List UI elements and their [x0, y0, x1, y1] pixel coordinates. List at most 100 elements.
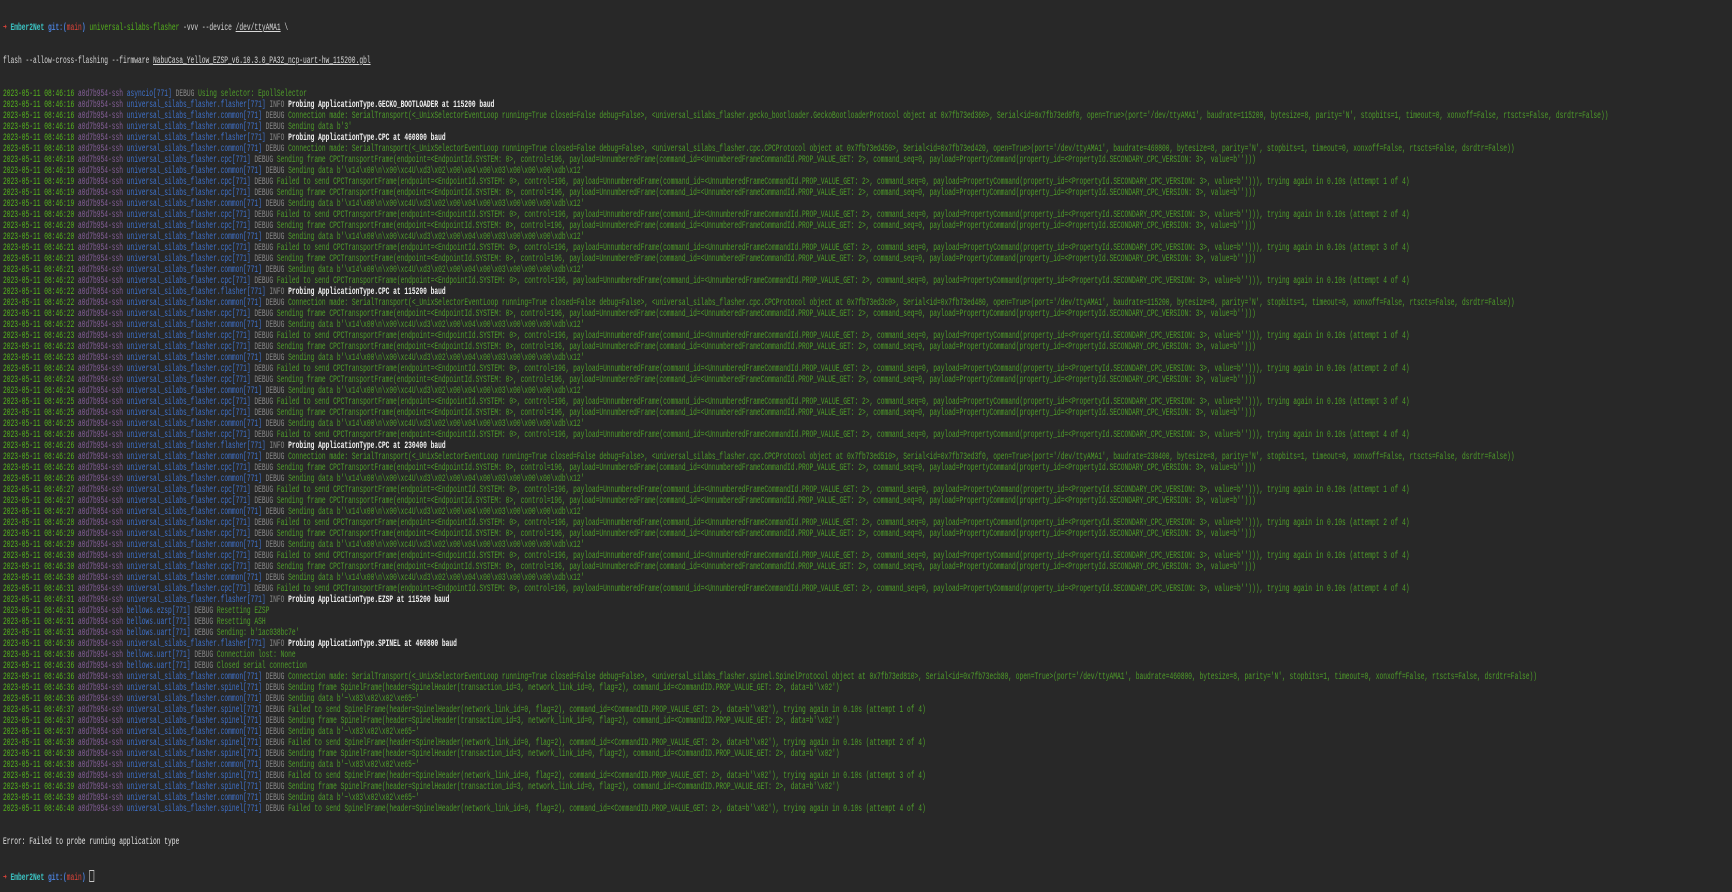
log-line: 2023-05-11 08:46:27 a0d7b954-ssh univers… [3, 485, 1732, 496]
log-line: 2023-05-11 08:46:16 a0d7b954-ssh univers… [3, 122, 1732, 133]
log-timestamp: 2023-05-11 08:46:26 [3, 463, 75, 474]
log-logger: universal_silabs_flasher.cpc[771] [126, 562, 251, 573]
log-logger: universal_silabs_flasher.common[771] [126, 452, 262, 463]
log-logger: universal_silabs_flasher.spinel[771] [126, 716, 262, 727]
log-logger: universal_silabs_flasher.cpc[771] [126, 584, 251, 595]
log-level: DEBUG [265, 166, 285, 177]
log-level: DEBUG [194, 606, 214, 617]
log-logger: universal_silabs_flasher.common[771] [126, 793, 262, 804]
log-level: DEBUG [254, 518, 274, 529]
log-host: a0d7b954-ssh [78, 727, 124, 738]
log-line: 2023-05-11 08:46:37 a0d7b954-ssh univers… [3, 705, 1732, 716]
log-host: a0d7b954-ssh [78, 650, 124, 661]
log-line: 2023-05-11 08:46:16 a0d7b954-ssh univers… [3, 100, 1732, 111]
log-line: 2023-05-11 08:46:23 a0d7b954-ssh univers… [3, 353, 1732, 364]
prompt-arrow-icon: ➜ [3, 873, 7, 884]
log-host: a0d7b954-ssh [78, 287, 124, 298]
log-message: Failed to send CPCTransportFrame(endpoin… [276, 364, 1410, 375]
log-host: a0d7b954-ssh [78, 672, 124, 683]
log-host: a0d7b954-ssh [78, 540, 124, 551]
log-host: a0d7b954-ssh [78, 166, 124, 177]
log-logger: universal_silabs_flasher.cpc[771] [126, 309, 251, 320]
log-host: a0d7b954-ssh [78, 551, 124, 562]
log-message: Using selector: EpollSelector [198, 89, 307, 100]
log-message: Failed to send SpinelFrame(header=Spinel… [288, 804, 926, 815]
log-logger: universal_silabs_flasher.cpc[771] [126, 331, 251, 342]
log-host: a0d7b954-ssh [78, 111, 124, 122]
log-logger: universal_silabs_flasher.cpc[771] [126, 276, 251, 287]
log-host: a0d7b954-ssh [78, 188, 124, 199]
log-message: Probing ApplicationType.CPC at 230400 ba… [288, 441, 446, 452]
log-logger: bellows.uart[771] [126, 628, 191, 639]
log-host: a0d7b954-ssh [78, 89, 124, 100]
terminal[interactable]: ➜ Ember2Net git:(main) universal-silabs-… [3, 1, 1732, 892]
log-line: 2023-05-11 08:46:16 a0d7b954-ssh univers… [3, 111, 1732, 122]
log-level: DEBUG [254, 485, 274, 496]
log-line: 2023-05-11 08:46:36 a0d7b954-ssh univers… [3, 672, 1732, 683]
log-message: Failed to send CPCTransportFrame(endpoin… [276, 430, 1410, 441]
log-host: a0d7b954-ssh [78, 529, 124, 540]
log-level: DEBUG [254, 254, 274, 265]
log-message: Probing ApplicationType.CPC at 115200 ba… [288, 287, 446, 298]
log-host: a0d7b954-ssh [78, 100, 124, 111]
log-message: Failed to send CPCTransportFrame(endpoin… [276, 177, 1410, 188]
log-message: Sending data b'\x14\x00\n\x00\xc4U\xd3\x… [288, 320, 585, 331]
log-line: 2023-05-11 08:46:36 a0d7b954-ssh bellows… [3, 661, 1732, 672]
log-level: DEBUG [265, 419, 285, 430]
log-logger: universal_silabs_flasher.cpc[771] [126, 551, 251, 562]
log-line: 2023-05-11 08:46:38 a0d7b954-ssh univers… [3, 760, 1732, 771]
command-line-2: flash --allow-cross-flashing --firmware … [3, 56, 1732, 67]
log-line: 2023-05-11 08:46:21 a0d7b954-ssh univers… [3, 265, 1732, 276]
prompt-line[interactable]: ➜ Ember2Net git:(main) [3, 870, 1732, 884]
log-level: DEBUG [254, 375, 274, 386]
log-logger: asyncio[771] [126, 89, 172, 100]
log-line: 2023-05-11 08:46:24 a0d7b954-ssh univers… [3, 364, 1732, 375]
log-line: 2023-05-11 08:46:26 a0d7b954-ssh univers… [3, 474, 1732, 485]
log-logger: universal_silabs_flasher.cpc[771] [126, 397, 251, 408]
log-line: 2023-05-11 08:46:22 a0d7b954-ssh univers… [3, 309, 1732, 320]
log-logger: universal_silabs_flasher.flasher[771] [126, 441, 266, 452]
log-level: DEBUG [265, 144, 285, 155]
log-line: 2023-05-11 08:46:38 a0d7b954-ssh univers… [3, 738, 1732, 749]
log-timestamp: 2023-05-11 08:46:36 [3, 694, 75, 705]
log-logger: universal_silabs_flasher.cpc[771] [126, 210, 251, 221]
log-timestamp: 2023-05-11 08:46:30 [3, 573, 75, 584]
log-timestamp: 2023-05-11 08:46:22 [3, 298, 75, 309]
log-timestamp: 2023-05-11 08:46:36 [3, 661, 75, 672]
log-timestamp: 2023-05-11 08:46:21 [3, 254, 75, 265]
log-host: a0d7b954-ssh [78, 771, 124, 782]
log-host: a0d7b954-ssh [78, 793, 124, 804]
log-message: Failed to send CPCTransportFrame(endpoin… [276, 243, 1410, 254]
log-logger: universal_silabs_flasher.common[771] [126, 419, 262, 430]
log-timestamp: 2023-05-11 08:46:18 [3, 144, 75, 155]
log-host: a0d7b954-ssh [78, 177, 124, 188]
log-timestamp: 2023-05-11 08:46:38 [3, 749, 75, 760]
command-args: -vvv --device [179, 23, 236, 34]
log-level: DEBUG [254, 210, 274, 221]
log-message: Sending frame CPCTransportFrame(endpoint… [276, 463, 1256, 474]
log-timestamp: 2023-05-11 08:46:18 [3, 133, 75, 144]
log-message: Probing ApplicationType.SPINEL at 460800… [288, 639, 457, 650]
log-line: 2023-05-11 08:46:31 a0d7b954-ssh bellows… [3, 606, 1732, 617]
log-logger: universal_silabs_flasher.common[771] [126, 122, 262, 133]
log-timestamp: 2023-05-11 08:46:31 [3, 584, 75, 595]
log-host: a0d7b954-ssh [78, 463, 124, 474]
log-timestamp: 2023-05-11 08:46:26 [3, 441, 75, 452]
log-host: a0d7b954-ssh [78, 320, 124, 331]
log-timestamp: 2023-05-11 08:46:26 [3, 430, 75, 441]
log-level: DEBUG [265, 265, 285, 276]
log-host: a0d7b954-ssh [78, 386, 124, 397]
log-logger: bellows.uart[771] [126, 661, 191, 672]
git-prefix: git:( [48, 23, 67, 34]
log-logger: universal_silabs_flasher.spinel[771] [126, 771, 262, 782]
log-message: Failed to send CPCTransportFrame(endpoin… [276, 331, 1410, 342]
log-message: Sending frame SpinelFrame(header=SpinelH… [288, 782, 840, 793]
log-line: 2023-05-11 08:46:27 a0d7b954-ssh univers… [3, 496, 1732, 507]
log-timestamp: 2023-05-11 08:46:31 [3, 606, 75, 617]
log-logger: universal_silabs_flasher.common[771] [126, 474, 262, 485]
log-line: 2023-05-11 08:46:26 a0d7b954-ssh univers… [3, 452, 1732, 463]
log-host: a0d7b954-ssh [78, 397, 124, 408]
log-level: DEBUG [265, 507, 285, 518]
log-line: 2023-05-11 08:46:31 a0d7b954-ssh bellows… [3, 628, 1732, 639]
log-host: a0d7b954-ssh [78, 507, 124, 518]
